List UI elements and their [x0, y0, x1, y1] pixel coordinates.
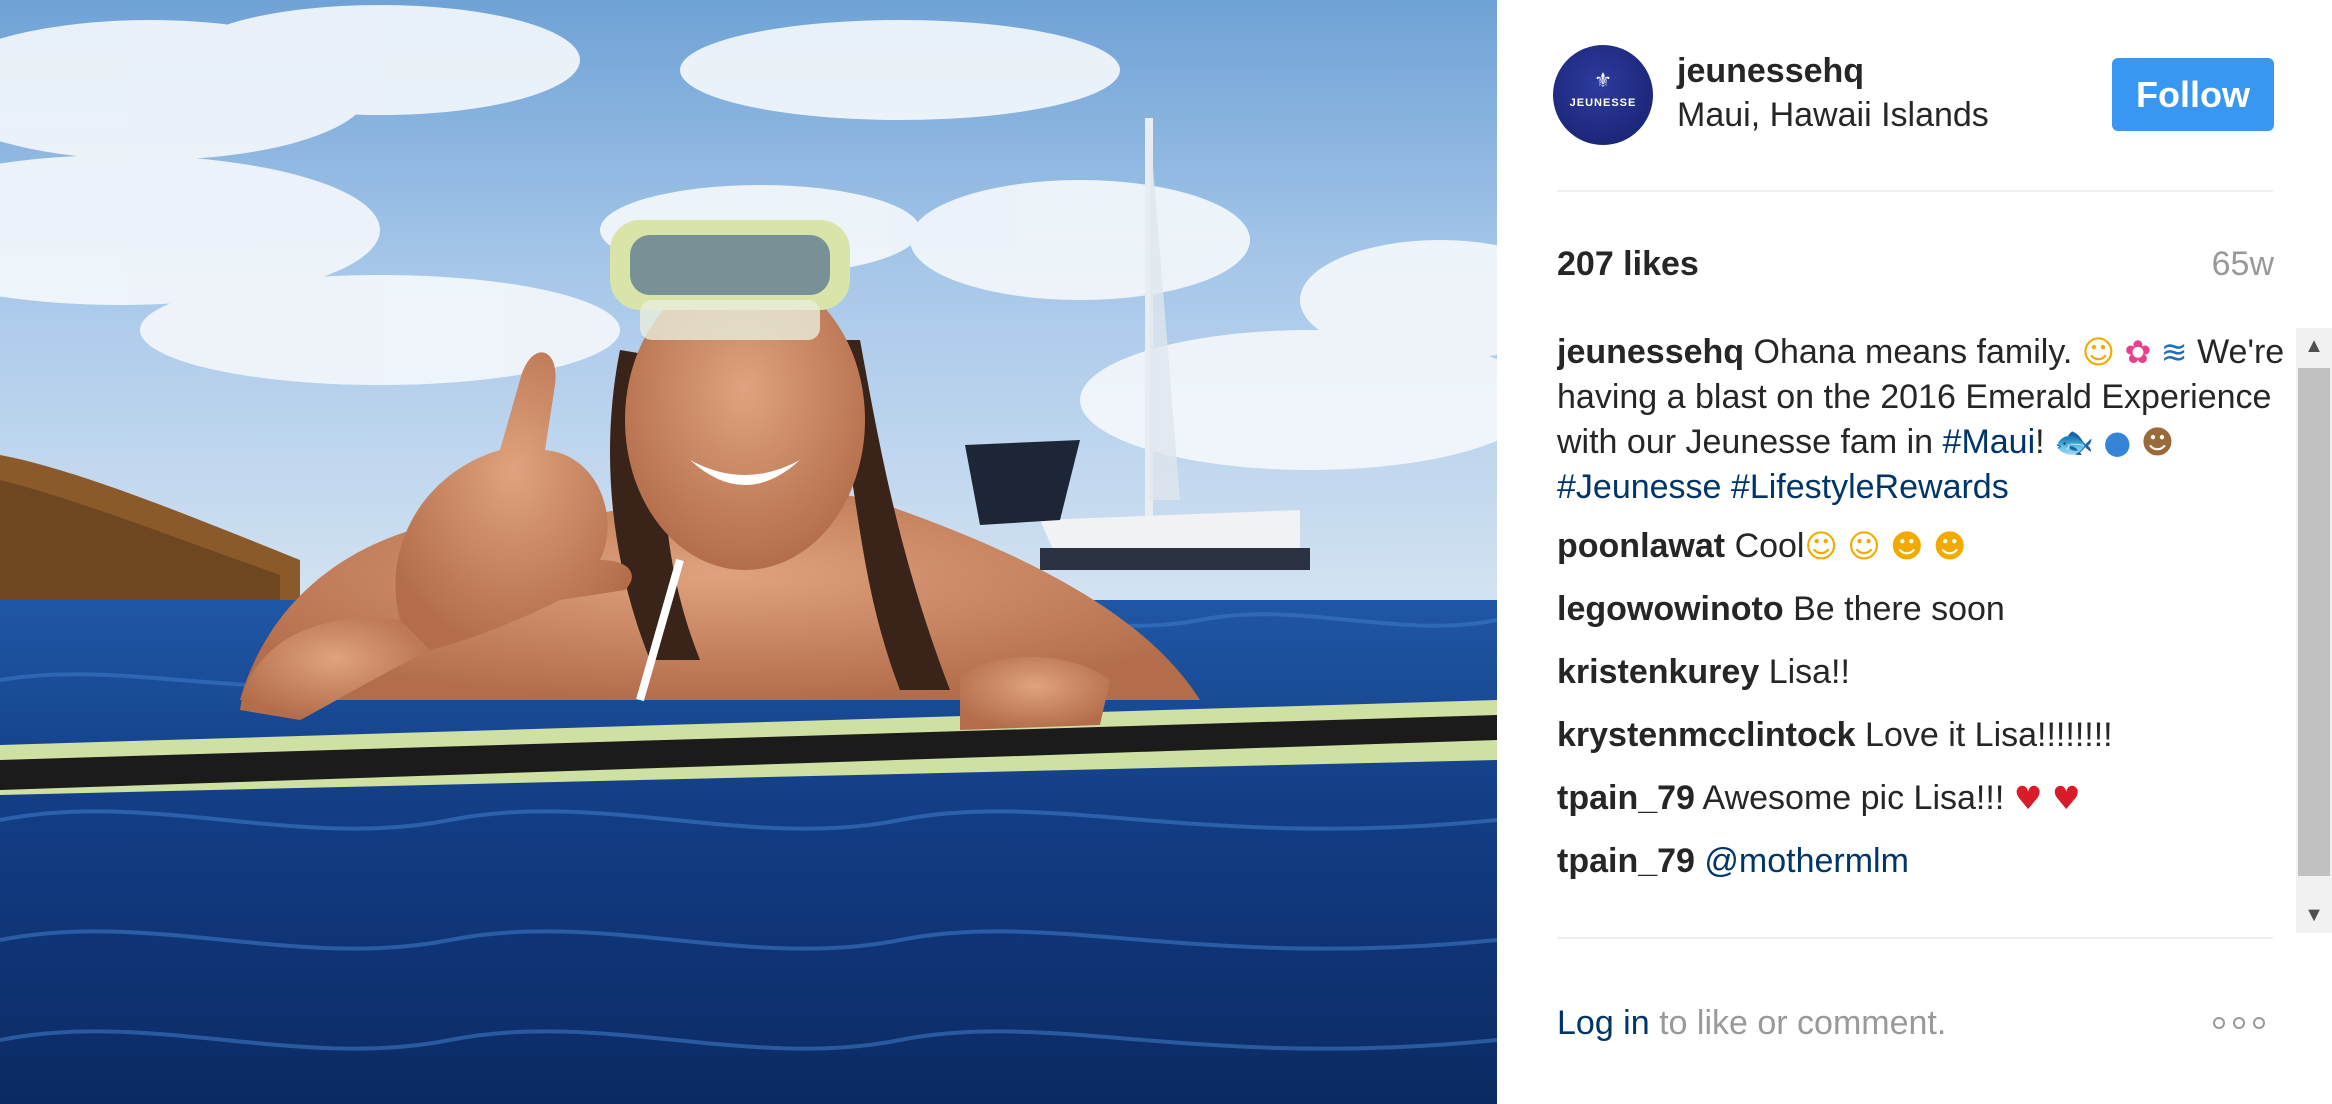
follow-button[interactable]: Follow — [2112, 58, 2274, 131]
post-age[interactable]: 65w — [2212, 245, 2274, 284]
comment-item: krystenmcclintock Love it Lisa!!!!!!!! — [1557, 713, 2297, 758]
post-side-panel: ⚜ JEUNESSE jeunessehq Maui, Hawaii Islan… — [1497, 0, 2332, 1104]
post-header: ⚜ JEUNESSE jeunessehq Maui, Hawaii Islan… — [1497, 0, 2332, 190]
login-suffix: to like or comment. — [1649, 1004, 1947, 1042]
comment-item: poonlawat Cool☺ ☺ ☻ ☻ — [1557, 524, 2297, 569]
comment-item: tpain_79 @mothermlm — [1557, 839, 2297, 884]
logo-icon: ⚜ — [1594, 70, 1612, 92]
comments-scrollbar[interactable]: ▲ ▼ — [2296, 328, 2332, 933]
hashtag-jeunesse[interactable]: #Jeunesse — [1557, 468, 1721, 506]
comment-username[interactable]: kristenkurey — [1557, 653, 1759, 691]
water-wave-icon: ≋ — [2160, 333, 2188, 371]
laughing-face-icon: ☻ — [1890, 527, 1924, 565]
more-dot — [2233, 1017, 2245, 1029]
profile-avatar[interactable]: ⚜ JEUNESSE — [1553, 45, 1653, 145]
post-location[interactable]: Maui, Hawaii Islands — [1677, 96, 1989, 135]
comments-list[interactable]: jeunessehq Ohana means family. ☺ ✿ ≋ We'… — [1557, 330, 2297, 930]
laughing-face-icon: ☻ — [1932, 527, 1967, 565]
caption-exclaim: ! — [2035, 423, 2045, 461]
hashtag-lifestylerewards[interactable]: #LifestyleRewards — [1731, 468, 2009, 506]
smiling-face-icon: ☺ — [2081, 333, 2116, 371]
scroll-down-arrow-icon[interactable]: ▼ — [2296, 897, 2332, 933]
header-divider — [1557, 190, 2273, 192]
caption-username[interactable]: jeunessehq — [1557, 333, 1744, 371]
more-dot — [2213, 1017, 2225, 1029]
comment-username[interactable]: tpain_79 — [1557, 779, 1695, 817]
post-caption: jeunessehq Ohana means family. ☺ ✿ ≋ We'… — [1557, 330, 2297, 510]
blowfish-icon: ● — [2103, 423, 2132, 461]
footer-divider — [1557, 937, 2273, 939]
likes-count[interactable]: 207 likes — [1557, 245, 1699, 284]
comment-text: Lisa!! — [1768, 653, 1850, 691]
comment-text: Love it Lisa!!!!!!!! — [1865, 716, 2113, 754]
comment-item: legowowinoto Be there soon — [1557, 587, 2297, 632]
post-photo[interactable] — [0, 0, 1497, 1104]
scroll-thumb[interactable] — [2298, 368, 2330, 876]
post-username[interactable]: jeunessehq — [1677, 52, 1864, 91]
login-prompt: Log in to like or comment. — [1557, 1004, 1946, 1043]
comment-item: kristenkurey Lisa!! — [1557, 650, 2297, 695]
more-dot — [2253, 1017, 2265, 1029]
comment-username[interactable]: tpain_79 — [1557, 842, 1695, 880]
red-heart-icon: ♥ — [2051, 779, 2081, 817]
login-link[interactable]: Log in — [1557, 1004, 1650, 1042]
comment-text: Cool — [1734, 527, 1805, 565]
red-heart-icon: ♥ — [2013, 779, 2043, 817]
comment-username[interactable]: krystenmcclintock — [1557, 716, 1856, 754]
hashtag-maui[interactable]: #Maui — [1943, 423, 2036, 461]
comment-item: tpain_79 Awesome pic Lisa!!! ♥ ♥ — [1557, 776, 2297, 821]
winking-face-icon: ☺ — [1804, 527, 1838, 565]
comment-username[interactable]: legowowinoto — [1557, 590, 1784, 628]
comment-mention[interactable]: @mothermlm — [1704, 842, 1909, 880]
monkey-face-icon: ☻ — [2140, 423, 2175, 461]
tropical-fish-icon: 🐟 — [2054, 423, 2094, 461]
comment-text: Awesome pic Lisa!!! — [1702, 779, 2005, 817]
scroll-up-arrow-icon[interactable]: ▲ — [2296, 328, 2332, 364]
comment-username[interactable]: poonlawat — [1557, 527, 1725, 565]
cherry-blossom-icon: ✿ — [2124, 333, 2152, 371]
caption-text-1: Ohana means family. — [1753, 333, 2073, 371]
instagram-post-view: ⚜ JEUNESSE jeunessehq Maui, Hawaii Islan… — [0, 0, 2332, 1104]
avatar-logo-text: JEUNESSE — [1569, 97, 1637, 109]
more-options-icon[interactable] — [2213, 1008, 2277, 1038]
comment-text: Be there soon — [1793, 590, 2005, 628]
smiling-face-icon: ☺ — [1847, 527, 1881, 565]
